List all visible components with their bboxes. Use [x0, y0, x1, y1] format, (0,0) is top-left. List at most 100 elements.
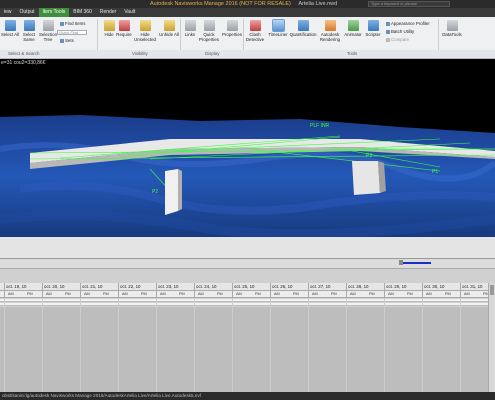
scrollbar-thumb[interactable]	[490, 285, 494, 295]
grid-line	[270, 298, 271, 392]
pier-right[interactable]	[352, 161, 380, 195]
group-visibility: Visibility	[132, 51, 148, 56]
zoom-slider[interactable]	[403, 262, 431, 264]
am-label: AM	[426, 292, 432, 296]
sets-icon	[60, 39, 64, 43]
day-divider	[422, 283, 423, 298]
date-label: oct. 24, 10	[196, 284, 217, 289]
timeliner-button[interactable]: TimeLiner	[267, 19, 289, 37]
pm-label: PM	[331, 292, 337, 296]
group-tools[interactable]: Tools	[347, 51, 357, 56]
selection-tree-icon	[42, 20, 54, 31]
grid-line	[118, 298, 119, 392]
select-all-label: Select All	[0, 32, 20, 37]
day-divider	[308, 283, 309, 298]
pier-left[interactable]	[165, 169, 178, 215]
rendering-icon	[324, 20, 336, 31]
binoculars-icon	[60, 22, 64, 26]
compare-button[interactable]: Compare	[386, 37, 409, 42]
find-items-button[interactable]: Find Items	[60, 21, 86, 26]
day-divider	[80, 283, 81, 298]
am-label: AM	[274, 292, 280, 296]
require-icon	[118, 20, 130, 31]
properties-button[interactable]: Properties	[221, 20, 243, 37]
tab-view[interactable]: iew	[0, 8, 16, 17]
tab-bim360[interactable]: BIM 360	[69, 8, 96, 17]
animator-icon	[347, 20, 359, 31]
pm-label: PM	[407, 292, 413, 296]
3d-viewport[interactable]: PLF INR P1 P2 P3 e=31 cou2=330,86€	[0, 59, 495, 237]
date-label: oct. 27, 10	[310, 284, 331, 289]
model-scene[interactable]: PLF INR P1 P2 P3	[0, 59, 495, 237]
batch-utility-icon	[386, 30, 390, 34]
grid-line	[422, 298, 423, 392]
timeliner-controls	[0, 259, 495, 269]
pm-label: PM	[179, 292, 185, 296]
appearance-profiler-icon	[386, 22, 390, 26]
pm-label: PM	[255, 292, 261, 296]
file-title: Artelia Live.nwd	[298, 1, 338, 7]
datatools-button[interactable]: DataTools	[440, 20, 464, 37]
day-divider	[42, 283, 43, 298]
search-input[interactable]: Type a keyword or phrase	[368, 1, 450, 7]
select-all-button[interactable]: Select All	[0, 20, 20, 37]
quick-properties-button[interactable]: Quick Properties	[198, 20, 220, 42]
tab-vault[interactable]: Vault	[120, 8, 139, 17]
quick-properties-icon	[203, 20, 215, 31]
gantt-row[interactable]	[0, 303, 495, 306]
tab-output[interactable]: Output	[16, 8, 39, 17]
date-label: oct. 21, 10	[82, 284, 103, 289]
am-label: AM	[122, 292, 128, 296]
timeliner-toolbar	[0, 237, 495, 259]
date-label: oct. 30, 10	[424, 284, 445, 289]
links-button[interactable]: Links	[180, 20, 200, 37]
gantt-row[interactable]	[0, 299, 495, 302]
clash-detective-button[interactable]: Clash Detective	[244, 20, 266, 42]
animator-button[interactable]: Animator	[343, 20, 363, 37]
gantt-date-header: oct. 19, 10 oct. 20, 10 oct. 21, 10 oct.…	[0, 283, 495, 291]
group-display: Display	[205, 51, 220, 56]
select-same-button[interactable]: Select Same	[19, 20, 39, 42]
day-divider	[156, 283, 157, 298]
date-label: oct. 22, 10	[120, 284, 141, 289]
quick-find-input[interactable]: Quick Find	[57, 30, 87, 35]
autodesk-rendering-button[interactable]: Autodesk Rendering	[318, 20, 342, 42]
links-label: Links	[184, 32, 196, 37]
unhide-all-button[interactable]: Unhide All	[159, 20, 179, 37]
pm-label: PM	[445, 292, 451, 296]
appearance-profiler-button[interactable]: Appearance Profiler	[386, 21, 430, 26]
am-label: AM	[160, 292, 166, 296]
pm-label: PM	[141, 292, 147, 296]
gantt-body[interactable]	[0, 307, 495, 392]
coordinate-readout: e=31 cou2=330,86€	[1, 60, 46, 66]
require-button[interactable]: Require	[114, 20, 134, 37]
require-label: Require	[116, 32, 132, 37]
properties-icon	[226, 20, 238, 31]
clash-detective-icon	[249, 20, 261, 31]
hide-icon	[103, 20, 115, 31]
tab-render[interactable]: Render	[96, 8, 120, 17]
hide-unselected-button[interactable]: Hide Unselected	[134, 20, 156, 42]
sets-dropdown[interactable]: Sets	[60, 38, 74, 43]
tab-item-tools[interactable]: Item Tools	[38, 8, 70, 17]
sets-label: Sets	[65, 38, 74, 43]
vertical-scrollbar[interactable]	[488, 283, 495, 392]
find-items-label: Find Items	[65, 21, 86, 26]
day-divider	[232, 283, 233, 298]
ribbon-tabs: iew Output Item Tools BIM 360 Render Vau…	[0, 8, 495, 17]
label-plf-inr: PLF INR	[310, 123, 330, 129]
grid-line	[156, 298, 157, 392]
label-p1: P1	[432, 169, 438, 175]
group-select-search[interactable]: Select & Search	[8, 51, 39, 56]
datatools-label: DataTools	[442, 32, 462, 37]
selection-tree-button[interactable]: Selection Tree	[38, 20, 58, 42]
quantification-button[interactable]: Quantification	[289, 20, 317, 37]
links-icon	[184, 20, 196, 31]
selection-tree-label: Selection Tree	[38, 32, 58, 42]
batch-utility-button[interactable]: Batch Utility	[386, 29, 414, 34]
pm-label: PM	[217, 292, 223, 296]
pm-label: PM	[103, 292, 109, 296]
scripter-button[interactable]: Scripter	[363, 20, 383, 37]
batch-utility-label: Batch Utility	[391, 29, 415, 34]
date-label: oct. 19, 10	[6, 284, 27, 289]
